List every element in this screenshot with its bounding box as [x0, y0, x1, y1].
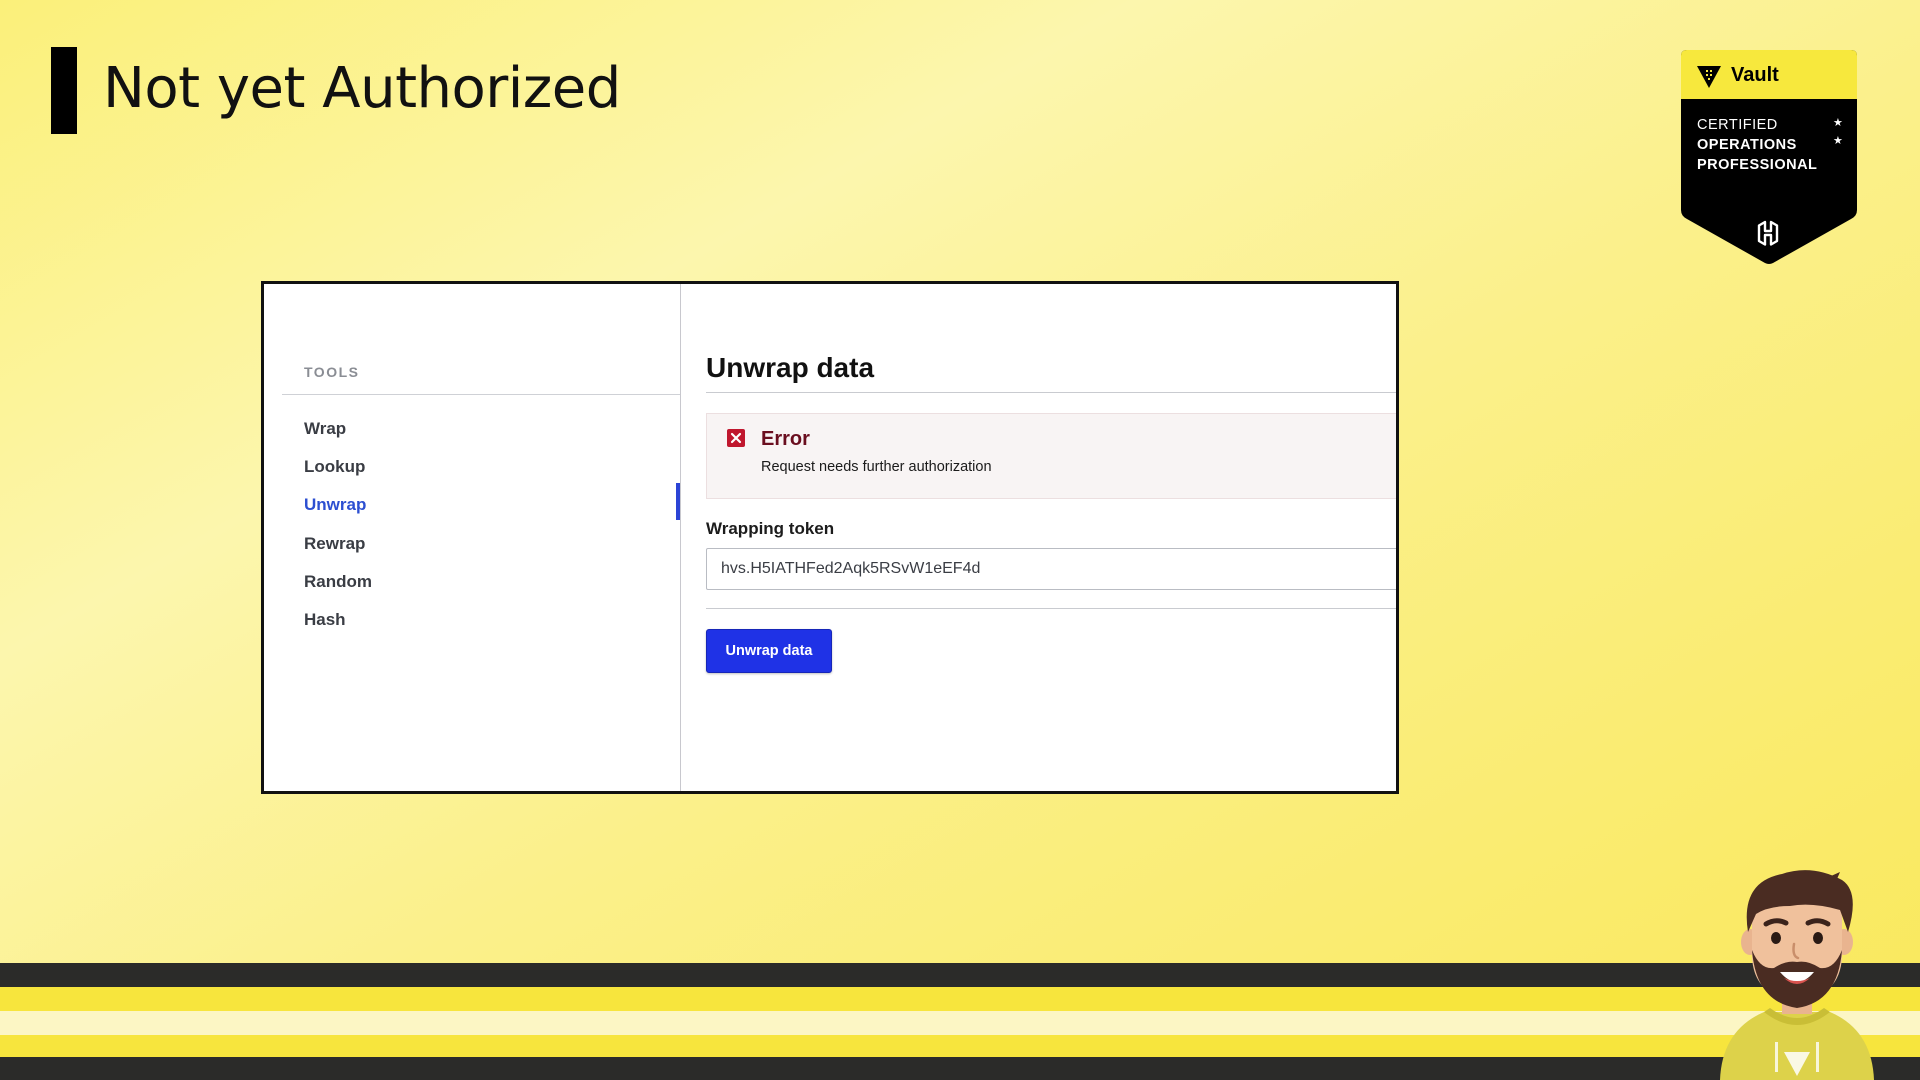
sidebar-item-wrap[interactable]: Wrap: [304, 419, 346, 439]
star-icon: ★: [1833, 135, 1843, 147]
sidebar-item-hash[interactable]: Hash: [304, 610, 346, 630]
error-alert: Error Request needs further authorizatio…: [706, 413, 1396, 499]
title-divider: [706, 392, 1396, 393]
sidebar-item-rewrap[interactable]: Rewrap: [304, 534, 365, 554]
page-title: Unwrap data: [706, 352, 875, 383]
footer-stripe-yellow: [0, 987, 1920, 1011]
presenter-avatar: [1720, 870, 1874, 1080]
badge-line-professional: PROFESSIONAL: [1697, 157, 1818, 173]
footer-stripe-dark: [0, 1057, 1920, 1080]
sidebar-item-lookup[interactable]: Lookup: [304, 457, 365, 477]
sidebar-divider: [282, 394, 680, 395]
vault-logo-icon: [1697, 66, 1721, 88]
badge-line-certified: CERTIFIED: [1697, 117, 1778, 133]
footer-stripe-dark: [0, 963, 1920, 987]
certification-badge: Vault CERTIFIED OPERATIONS PROFESSIONAL …: [1681, 50, 1857, 265]
error-title: Error: [761, 428, 810, 450]
error-x-icon: [727, 429, 745, 447]
vault-ui-screenshot: TOOLS Wrap Lookup Unwrap Rewrap Random H…: [261, 281, 1399, 794]
star-icon: ★: [1833, 117, 1843, 129]
unwrap-content: Unwrap data Error Request needs further …: [681, 284, 1396, 791]
unwrap-data-button[interactable]: Unwrap data: [706, 629, 832, 673]
sidebar-item-unwrap[interactable]: Unwrap: [304, 495, 366, 515]
footer-stripe-light: [0, 1011, 1920, 1035]
title-accent-bar: [51, 47, 77, 134]
wrapping-token-label: Wrapping token: [706, 519, 835, 538]
footer-stripe-yellow: [0, 1035, 1920, 1057]
badge-brand: Vault: [1731, 64, 1779, 86]
slide-title: Not yet Authorized: [103, 56, 621, 121]
active-nav-indicator: [676, 483, 680, 520]
tools-sidebar: TOOLS Wrap Lookup Unwrap Rewrap Random H…: [264, 284, 681, 791]
form-divider: [706, 608, 1396, 609]
tools-heading: TOOLS: [304, 364, 360, 380]
error-message: Request needs further authorization: [761, 459, 992, 475]
badge-line-operations: OPERATIONS: [1697, 137, 1797, 153]
wrapping-token-input[interactable]: [706, 548, 1396, 590]
sidebar-item-random[interactable]: Random: [304, 572, 372, 592]
hashicorp-logo-icon: [1757, 220, 1779, 246]
